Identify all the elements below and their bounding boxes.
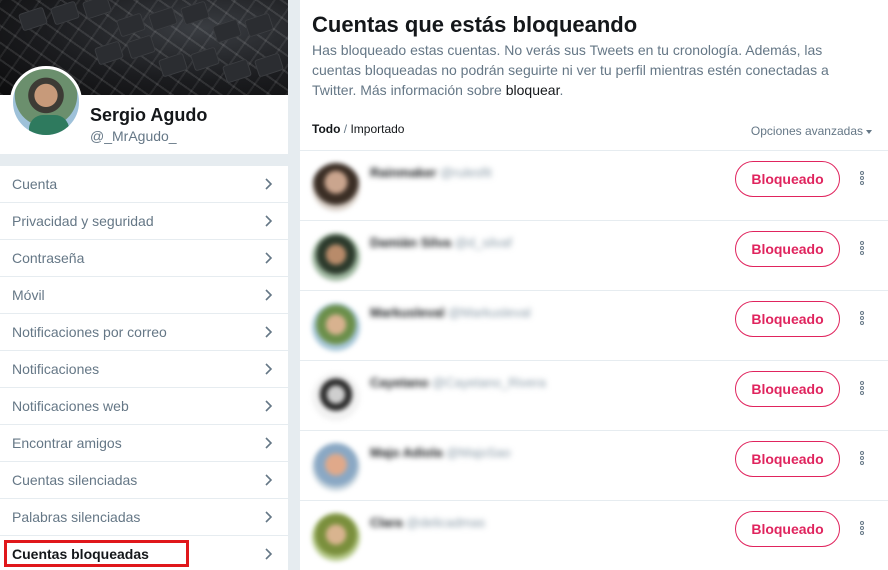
filter-imported-tab[interactable]: Importado — [350, 122, 404, 136]
account-handle: @MajoSao — [446, 445, 511, 460]
settings-menu: Cuenta Privacidad y seguridad Contraseña… — [0, 166, 288, 570]
account-display-name: Clara — [370, 515, 403, 530]
account-handle: @rulesfit — [440, 165, 492, 180]
menu-item-notificaciones-web[interactable]: Notificaciones web — [0, 388, 288, 425]
description-end: . — [559, 82, 564, 98]
menu-item-label: Cuentas bloqueadas — [12, 546, 149, 562]
menu-item-palabras-silenciadas[interactable]: Palabras silenciadas — [0, 499, 288, 536]
menu-item-label: Cuenta — [12, 176, 58, 192]
menu-item-movil[interactable]: Móvil — [0, 277, 288, 314]
menu-item-notificaciones[interactable]: Notificaciones — [0, 351, 288, 388]
menu-item-label: Notificaciones web — [12, 398, 129, 414]
page-description: Has bloqueado estas cuentas. No verás su… — [312, 40, 872, 100]
account-name[interactable]: Majo Adiola @MajoSao — [370, 445, 511, 460]
blocked-button[interactable]: Bloqueado — [735, 231, 840, 267]
menu-item-label: Encontrar amigos — [12, 435, 122, 451]
menu-item-label: Notificaciones por correo — [12, 324, 167, 340]
account-avatar[interactable] — [312, 303, 360, 351]
account-display-name: Damián Silva — [370, 235, 451, 250]
page-title: Cuentas que estás bloqueando — [312, 12, 638, 37]
account-handle: @Markusleval — [448, 305, 531, 320]
menu-item-label: Palabras silenciadas — [12, 509, 141, 525]
more-options-icon[interactable] — [857, 171, 867, 189]
account-handle: @Cayetano_Rivera — [432, 375, 546, 390]
advanced-options-dropdown[interactable]: Opciones avanzadas — [751, 124, 872, 138]
account-avatar[interactable] — [312, 373, 360, 421]
chevron-right-icon — [265, 363, 273, 375]
blocked-button[interactable]: Bloqueado — [735, 441, 840, 477]
profile-handle: @_MrAgudo_ — [90, 128, 177, 144]
account-name[interactable]: Markusleval @Markusleval — [370, 305, 531, 320]
account-name[interactable]: Damián Silva @d_silvaf — [370, 235, 512, 250]
menu-item-label: Notificaciones — [12, 361, 100, 377]
menu-item-notificaciones-correo[interactable]: Notificaciones por correo — [0, 314, 288, 351]
account-name[interactable]: Rainmaker @rulesfit — [370, 165, 492, 180]
filter-all-tab[interactable]: Todo — [312, 122, 340, 136]
account-handle: @d_silvaf — [454, 235, 512, 250]
menu-item-privacidad[interactable]: Privacidad y seguridad — [0, 203, 288, 240]
account-display-name: Markusleval — [370, 305, 445, 320]
caret-down-icon — [866, 129, 872, 134]
more-options-icon[interactable] — [857, 311, 867, 329]
list-item[interactable]: Clara @delicadmas Bloqueado — [300, 500, 888, 570]
menu-item-cuenta[interactable]: Cuenta — [0, 166, 288, 203]
menu-item-cuentas-silenciadas[interactable]: Cuentas silenciadas — [0, 462, 288, 499]
chevron-right-icon — [265, 215, 273, 227]
filter-tabs: Todo / Importado — [312, 122, 404, 136]
blocked-accounts-list: Rainmaker @rulesfit Bloqueado Damián Sil… — [300, 150, 888, 570]
chevron-right-icon — [265, 326, 273, 338]
learn-more-link[interactable]: bloquear — [506, 82, 560, 98]
list-item[interactable]: Majo Adiola @MajoSao Bloqueado — [300, 430, 888, 500]
list-item[interactable]: Markusleval @Markusleval Bloqueado — [300, 290, 888, 360]
list-item[interactable]: Rainmaker @rulesfit Bloqueado — [300, 150, 888, 220]
avatar[interactable] — [10, 66, 82, 138]
account-avatar[interactable] — [312, 163, 360, 211]
chevron-right-icon — [265, 252, 273, 264]
list-item[interactable]: Damián Silva @d_silvaf Bloqueado — [300, 220, 888, 290]
account-avatar[interactable] — [312, 443, 360, 491]
menu-item-contrasena[interactable]: Contraseña — [0, 240, 288, 277]
menu-item-label: Cuentas silenciadas — [12, 472, 138, 488]
more-options-icon[interactable] — [857, 521, 867, 539]
more-options-icon[interactable] — [857, 451, 867, 469]
menu-item-cuentas-bloqueadas[interactable]: Cuentas bloqueadas — [0, 536, 288, 570]
blocked-button[interactable]: Bloqueado — [735, 301, 840, 337]
account-display-name: Majo Adiola — [370, 445, 443, 460]
advanced-options-label: Opciones avanzadas — [750, 124, 863, 138]
more-options-icon[interactable] — [857, 241, 867, 259]
chevron-right-icon — [265, 400, 273, 412]
chevron-right-icon — [265, 178, 273, 190]
profile-card[interactable]: Sergio Agudo @_MrAgudo_ — [0, 0, 288, 154]
menu-item-label: Móvil — [12, 287, 45, 303]
account-name[interactable]: Cayetano @Cayetano_Rivera — [370, 375, 546, 390]
account-name[interactable]: Clara @delicadmas — [370, 515, 485, 530]
account-avatar[interactable] — [312, 513, 360, 561]
chevron-right-icon — [265, 437, 273, 449]
settings-sidebar: Sergio Agudo @_MrAgudo_ Cuenta Privacida… — [0, 0, 288, 570]
blocked-button[interactable]: Bloqueado — [735, 511, 840, 547]
account-display-name: Cayetano — [370, 375, 429, 390]
description-text: Has bloqueado estas cuentas. No verás su… — [312, 42, 829, 98]
menu-item-label: Privacidad y seguridad — [12, 213, 154, 229]
blocked-accounts-panel: Cuentas que estás bloqueando Has bloquea… — [300, 0, 888, 570]
list-item[interactable]: Cayetano @Cayetano_Rivera Bloqueado — [300, 360, 888, 430]
chevron-right-icon — [265, 548, 273, 560]
account-display-name: Rainmaker — [370, 165, 437, 180]
account-handle: @delicadmas — [406, 515, 486, 530]
menu-item-encontrar-amigos[interactable]: Encontrar amigos — [0, 425, 288, 462]
account-avatar[interactable] — [312, 233, 360, 281]
blocked-button[interactable]: Bloqueado — [735, 371, 840, 407]
chevron-right-icon — [265, 511, 273, 523]
chevron-right-icon — [265, 289, 273, 301]
filter-separator: / — [340, 122, 351, 136]
blocked-button[interactable]: Bloqueado — [735, 161, 840, 197]
more-options-icon[interactable] — [857, 381, 867, 399]
chevron-right-icon — [265, 474, 273, 486]
profile-name[interactable]: Sergio Agudo — [90, 105, 207, 126]
menu-item-label: Contraseña — [12, 250, 85, 266]
